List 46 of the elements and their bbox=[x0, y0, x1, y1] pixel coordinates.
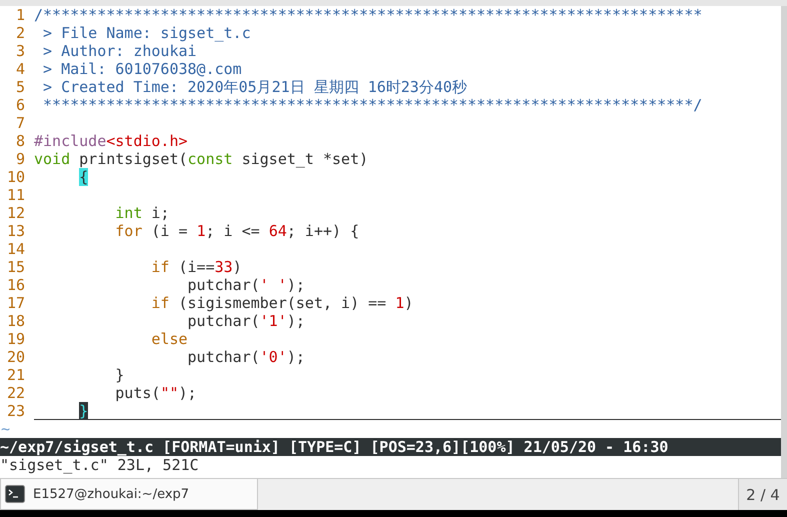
code-line: > File Name: sigset_t.c bbox=[42, 24, 251, 42]
line-number: 8 bbox=[14, 132, 26, 150]
terminal-icon bbox=[5, 485, 25, 503]
line-number: 6 bbox=[14, 96, 26, 114]
code-line: puts(""); bbox=[114, 384, 197, 402]
empty-line-marker: ~ bbox=[1, 420, 10, 438]
line-number: 19 bbox=[6, 330, 26, 348]
line-number: 22 bbox=[6, 384, 26, 402]
line-number: 1 bbox=[14, 6, 26, 24]
line-number: 17 bbox=[6, 294, 26, 312]
line-number: 20 bbox=[6, 348, 26, 366]
code-line: int i; bbox=[114, 204, 170, 222]
taskbar-button[interactable]: E1527@zhoukai:~/exp7 bbox=[0, 479, 258, 510]
code-line: putchar(' '); bbox=[186, 276, 305, 294]
code-line: > Created Time: 2020年05月21日 星期四 16时23分40秒 bbox=[42, 78, 468, 96]
line-number: 4 bbox=[14, 60, 26, 78]
line-number: 13 bbox=[6, 222, 26, 240]
line-number: 9 bbox=[14, 150, 26, 168]
code-line: #include<stdio.h> bbox=[34, 132, 188, 150]
code-line: if (i==33) bbox=[150, 258, 242, 276]
line-number: 21 bbox=[6, 366, 26, 384]
line-number: 15 bbox=[6, 258, 26, 276]
line-number: 10 bbox=[6, 168, 26, 186]
line-number: 14 bbox=[6, 240, 26, 258]
code-line: if (sigismember(set, i) == 1) bbox=[150, 294, 414, 312]
code-line: } bbox=[114, 366, 124, 384]
code-line: /************************************************************************* bbox=[34, 6, 702, 24]
code-line: > Mail: 601076038@.com bbox=[42, 60, 242, 78]
line-number: 12 bbox=[6, 204, 26, 222]
line-number: 18 bbox=[6, 312, 26, 330]
code-line: ************************************************************************/ bbox=[42, 96, 702, 114]
code-line: else bbox=[150, 330, 188, 348]
line-number: 11 bbox=[6, 186, 26, 204]
code-line: putchar('1'); bbox=[186, 312, 305, 330]
line-number: 5 bbox=[14, 78, 26, 96]
code-line: void printsigset(const sigset_t *set) bbox=[34, 150, 368, 168]
line-number: 23 bbox=[6, 402, 26, 420]
message-line: "sigset_t.c" 23L, 521C bbox=[0, 456, 199, 474]
code-line: putchar('0'); bbox=[186, 348, 305, 366]
line-number: 7 bbox=[14, 114, 26, 132]
line-number: 3 bbox=[14, 42, 26, 60]
code-line: > Author: zhoukai bbox=[42, 42, 197, 60]
line-number: 16 bbox=[6, 276, 26, 294]
workspace-switcher[interactable]: 2 / 4 bbox=[738, 479, 787, 510]
code-line: for (i = 1; i <= 64; i++) { bbox=[114, 222, 360, 240]
line-number: 2 bbox=[14, 24, 26, 42]
